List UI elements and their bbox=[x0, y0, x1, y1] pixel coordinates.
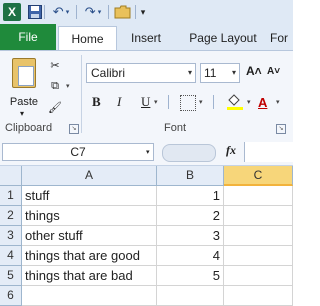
cell-b3[interactable]: 3 bbox=[157, 226, 224, 246]
quick-access-toolbar: X ↶ ▾ ↷ ▾ ▾ bbox=[0, 0, 293, 25]
copy-icon[interactable]: ⧉ bbox=[46, 78, 64, 94]
chevron-down-icon[interactable]: ▾ bbox=[199, 98, 203, 106]
formula-bar: C7 ▾ fx bbox=[0, 139, 294, 166]
ribbon-tabs: File Home Insert Page Layout For bbox=[0, 24, 293, 51]
paste-button[interactable]: Paste ▾ bbox=[6, 56, 42, 118]
name-box[interactable]: C7 bbox=[2, 143, 154, 161]
clipboard-group-label: Clipboard bbox=[5, 122, 53, 134]
ribbon-home: Paste ▾ ✂ ⧉ ▾ 🖌 Clipboard ↘ Calibri ▾ 11… bbox=[0, 50, 293, 140]
chevron-down-icon: ▾ bbox=[20, 109, 25, 118]
tab-insert[interactable]: Insert bbox=[120, 26, 172, 50]
borders-icon[interactable] bbox=[180, 95, 196, 111]
tab-formulas[interactable]: For bbox=[270, 26, 310, 50]
tab-file[interactable]: File bbox=[0, 24, 56, 50]
cell-c4[interactable] bbox=[224, 246, 293, 266]
clipboard-icon bbox=[12, 58, 36, 88]
separator bbox=[44, 5, 45, 19]
format-painter-icon[interactable]: 🖌 bbox=[46, 99, 64, 115]
column-header-c[interactable]: C bbox=[224, 166, 293, 186]
insert-function-icon[interactable]: fx bbox=[226, 143, 236, 158]
font-size-value: 11 bbox=[204, 66, 217, 80]
cell-a5[interactable]: things that are bad bbox=[22, 266, 157, 286]
select-all-corner[interactable] bbox=[0, 166, 22, 186]
shrink-font-button[interactable]: A˅ bbox=[267, 66, 280, 77]
cell-c1[interactable] bbox=[224, 186, 293, 206]
cut-icon[interactable]: ✂ bbox=[46, 57, 64, 73]
cell-b6[interactable] bbox=[157, 286, 224, 306]
open-folder-icon[interactable] bbox=[112, 3, 134, 21]
chevron-down-icon[interactable]: ▾ bbox=[66, 82, 70, 90]
chevron-down-icon[interactable]: ▾ bbox=[154, 98, 158, 106]
cell-c6[interactable] bbox=[224, 286, 293, 306]
chevron-down-icon[interactable]: ▾ bbox=[146, 148, 150, 156]
cell-c2[interactable] bbox=[224, 206, 293, 226]
separator bbox=[76, 5, 77, 19]
undo-icon[interactable]: ↶ ▾ bbox=[48, 3, 74, 21]
cell-a4[interactable]: things that are good bbox=[22, 246, 157, 266]
tab-home[interactable]: Home bbox=[58, 26, 117, 51]
row-header[interactable]: 5 bbox=[0, 266, 22, 286]
row-header[interactable]: 1 bbox=[0, 186, 22, 206]
font-size-select[interactable]: 11 ▾ bbox=[200, 63, 240, 83]
cell-c3[interactable] bbox=[224, 226, 293, 246]
font-dialog-launcher-icon[interactable]: ↘ bbox=[276, 124, 286, 134]
italic-button[interactable]: I bbox=[117, 93, 121, 111]
separator bbox=[108, 5, 109, 19]
separator bbox=[213, 95, 214, 109]
tab-page-layout[interactable]: Page Layout bbox=[180, 26, 266, 50]
fill-color-icon[interactable] bbox=[226, 93, 244, 111]
group-separator bbox=[81, 55, 82, 133]
excel-logo-icon: X bbox=[3, 3, 21, 21]
cell-a2[interactable]: things bbox=[22, 206, 157, 226]
save-icon[interactable] bbox=[27, 3, 43, 21]
cell-b4[interactable]: 4 bbox=[157, 246, 224, 266]
chevron-down-icon: ▾ bbox=[187, 68, 192, 77]
row-header[interactable]: 6 bbox=[0, 286, 22, 306]
row-header[interactable]: 2 bbox=[0, 206, 22, 226]
font-color-button[interactable]: A bbox=[258, 93, 267, 111]
cell-b1[interactable]: 1 bbox=[157, 186, 224, 206]
formula-bar-resize-handle[interactable] bbox=[162, 144, 216, 162]
chevron-down-icon: ▾ bbox=[231, 68, 236, 77]
separator bbox=[168, 95, 169, 109]
font-group-label: Font bbox=[164, 122, 187, 134]
paste-label: Paste bbox=[9, 96, 39, 108]
cell-b5[interactable]: 5 bbox=[157, 266, 224, 286]
column-header-b[interactable]: B bbox=[157, 166, 224, 186]
cell-c5[interactable] bbox=[224, 266, 293, 286]
chevron-down-icon[interactable]: ▾ bbox=[276, 98, 280, 106]
font-name-select[interactable]: Calibri ▾ bbox=[86, 63, 196, 83]
grow-font-button[interactable]: A˄ bbox=[246, 64, 262, 78]
font-name-value: Calibri bbox=[91, 66, 126, 80]
clipboard-dialog-launcher-icon[interactable]: ↘ bbox=[69, 124, 79, 134]
bold-button[interactable]: B bbox=[92, 93, 101, 111]
row-header[interactable]: 4 bbox=[0, 246, 22, 266]
row-header[interactable]: 3 bbox=[0, 226, 22, 246]
cell-b2[interactable]: 2 bbox=[157, 206, 224, 226]
chevron-down-icon[interactable]: ▾ bbox=[247, 98, 251, 106]
formula-input[interactable] bbox=[244, 142, 294, 162]
column-header-a[interactable]: A bbox=[22, 166, 157, 186]
customize-qat-chevron-down-icon[interactable]: ▾ bbox=[138, 3, 148, 21]
underline-button[interactable]: U bbox=[141, 93, 150, 111]
separator bbox=[135, 5, 136, 19]
worksheet-grid: A B C 1 stuff 1 2 things 2 3 other stuff… bbox=[0, 166, 293, 306]
cell-a1[interactable]: stuff bbox=[22, 186, 157, 206]
redo-icon[interactable]: ↷ ▾ bbox=[80, 3, 106, 21]
cell-a3[interactable]: other stuff bbox=[22, 226, 157, 246]
cell-a6[interactable] bbox=[22, 286, 157, 306]
